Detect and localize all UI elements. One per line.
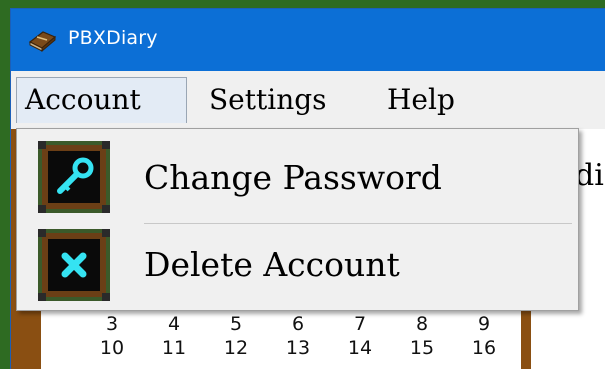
calendar-day[interactable]: 3 bbox=[81, 313, 143, 335]
key-icon bbox=[38, 141, 110, 213]
menu-item-delete-account[interactable]: Delete Account bbox=[17, 225, 578, 311]
calendar-day[interactable]: 14 bbox=[329, 337, 391, 359]
menu-bar: Account Settings Help bbox=[11, 71, 605, 129]
calendar-day[interactable]: 6 bbox=[267, 313, 329, 335]
calendar-day[interactable]: 10 bbox=[81, 337, 143, 359]
menu-item-change-password[interactable]: Change Password bbox=[17, 133, 578, 219]
diary-book-icon bbox=[28, 31, 57, 52]
menu-account[interactable]: Account bbox=[16, 77, 187, 123]
obscured-heading-text: di bbox=[575, 158, 604, 193]
calendar-day[interactable]: 11 bbox=[143, 337, 205, 359]
calendar-day[interactable]: 16 bbox=[453, 337, 515, 359]
account-dropdown-menu: Change Password Delete Account bbox=[16, 128, 579, 311]
change-password-label: Change Password bbox=[144, 158, 442, 197]
calendar-day[interactable]: 13 bbox=[267, 337, 329, 359]
calendar-day[interactable]: 4 bbox=[143, 313, 205, 335]
calendar-day[interactable]: 9 bbox=[453, 313, 515, 335]
calendar-week-row: 3 4 5 6 7 8 9 bbox=[81, 313, 515, 335]
title-bar[interactable]: PBXDiary bbox=[11, 9, 605, 71]
menu-separator bbox=[144, 223, 572, 224]
menu-help[interactable]: Help bbox=[379, 77, 463, 123]
calendar-day[interactable]: 5 bbox=[205, 313, 267, 335]
calendar-day[interactable]: 12 bbox=[205, 337, 267, 359]
calendar-day[interactable]: 15 bbox=[391, 337, 453, 359]
app-title: PBXDiary bbox=[68, 27, 158, 49]
delete-x-icon bbox=[38, 229, 110, 301]
calendar-day[interactable]: 7 bbox=[329, 313, 391, 335]
calendar-day[interactable]: 8 bbox=[391, 313, 453, 335]
delete-account-label: Delete Account bbox=[144, 245, 400, 284]
menu-settings[interactable]: Settings bbox=[201, 77, 335, 123]
calendar-week-row: 10 11 12 13 14 15 16 bbox=[81, 337, 515, 359]
